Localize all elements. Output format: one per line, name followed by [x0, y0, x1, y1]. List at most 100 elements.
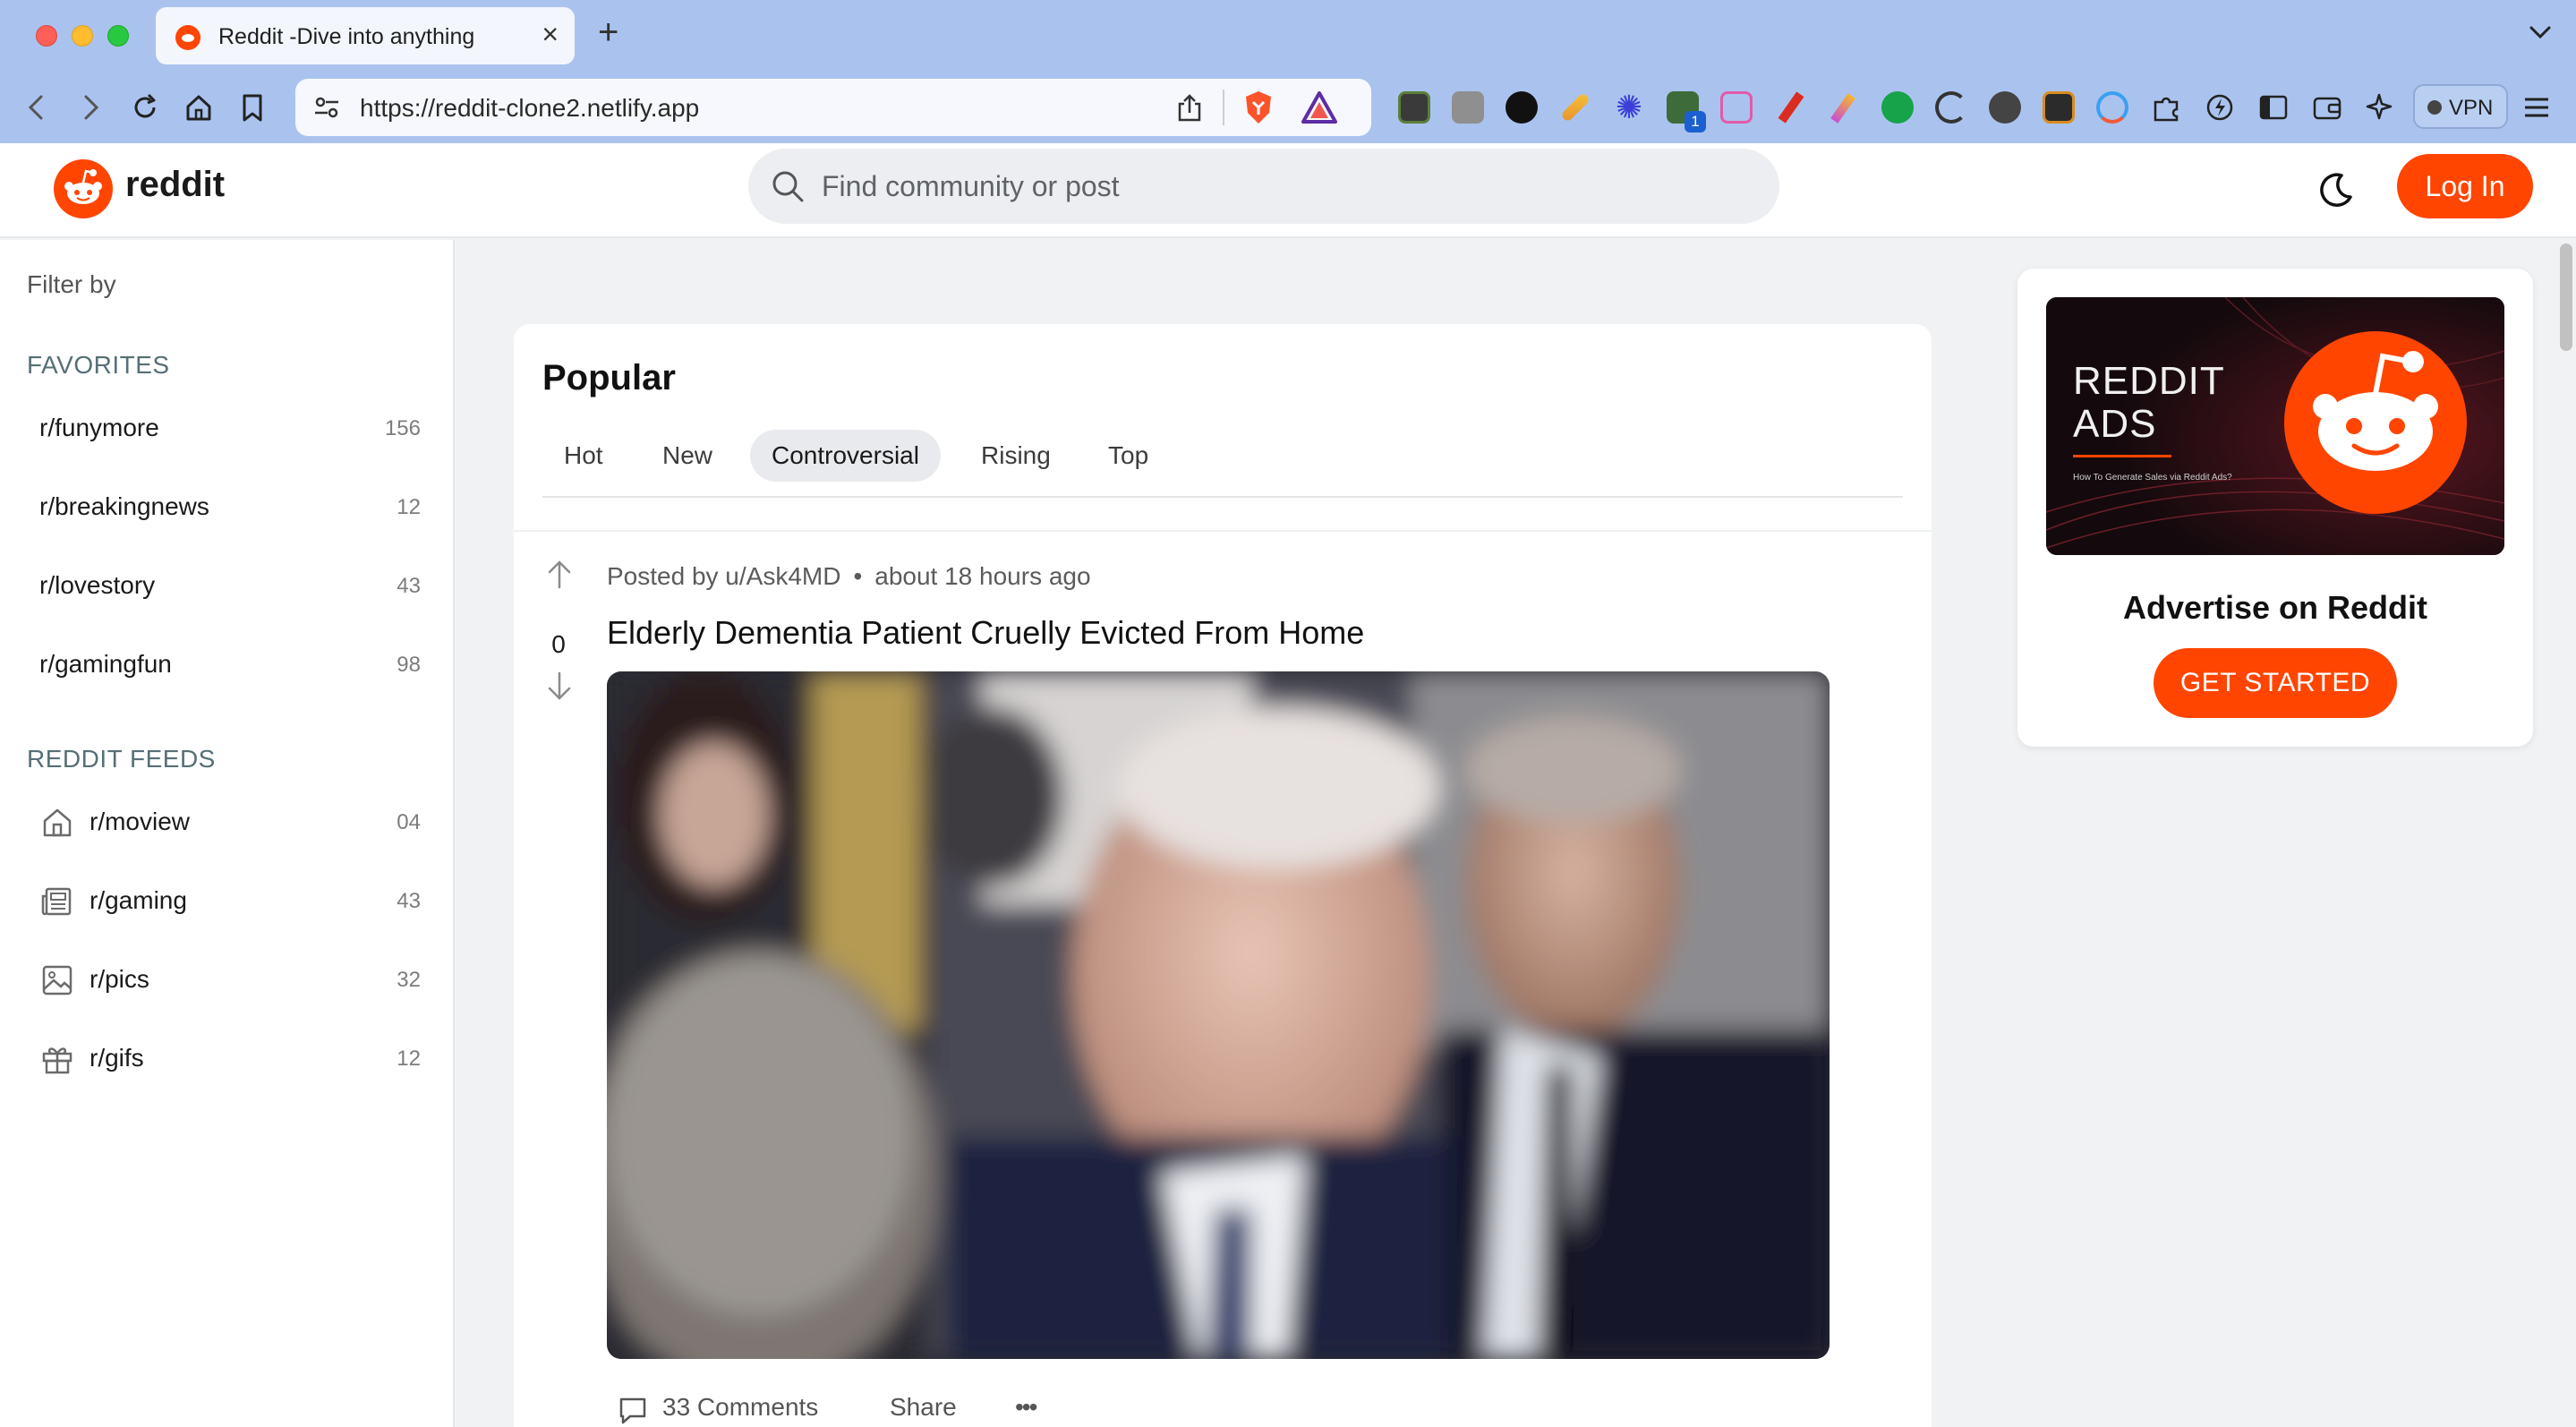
brave-rewards-icon[interactable]	[1301, 91, 1337, 124]
ai-sparkle-icon[interactable]	[2365, 91, 2397, 124]
upvote-icon[interactable]	[546, 559, 573, 589]
reddit-logo-icon[interactable]	[54, 159, 113, 218]
brave-shield-icon[interactable]	[1242, 90, 1275, 125]
sidebar-item-label: r/moview	[90, 807, 191, 835]
tab-controversial[interactable]: Controversial	[750, 430, 941, 482]
chevron-down-icon[interactable]	[2526, 18, 2555, 47]
sidebar-item-breakingnews[interactable]: r/breakingnews 12	[27, 478, 421, 537]
reddit-favicon-icon	[175, 25, 200, 50]
url-text[interactable]: https://reddit-clone2.netlify.app	[360, 94, 699, 123]
favorites-heading: FAVORITES	[27, 351, 170, 379]
search-bar[interactable]	[748, 149, 1779, 224]
sidebar-item-pics[interactable]: r/pics 32	[27, 951, 421, 1010]
extension-copy-icon[interactable]	[1452, 91, 1484, 124]
more-options-icon[interactable]: •••	[1015, 1393, 1037, 1422]
browser-tab-active[interactable]: Reddit -Dive into anything ×	[156, 7, 575, 64]
sidebar-item-count: 43	[397, 574, 421, 598]
comments-button[interactable]: 33 Comments	[662, 1393, 818, 1422]
maximize-window-button[interactable]	[107, 25, 129, 47]
close-window-button[interactable]	[36, 25, 57, 47]
extension-refresh-icon[interactable]	[1935, 91, 1967, 124]
post-card[interactable]: 0 Posted by u/Ask4MD • about 18 hours ago …	[514, 530, 1932, 1427]
wallet-icon[interactable]	[2311, 91, 2343, 124]
reload-icon[interactable]	[127, 90, 163, 125]
meta-separator: •	[853, 562, 863, 590]
sidebar-item-moview[interactable]: r/moview 04	[27, 793, 421, 852]
extension-loader-icon[interactable]	[2096, 91, 2128, 124]
sidebar-toggle-icon[interactable]	[2257, 91, 2290, 124]
post-meta: Posted by u/Ask4MD • about 18 hours ago	[607, 562, 1091, 591]
site-settings-icon[interactable]	[313, 95, 340, 120]
sidebar-item-label: r/gifs	[90, 1044, 144, 1072]
bookmark-icon[interactable]	[235, 90, 270, 125]
extension-star-icon[interactable]: ✺	[1613, 91, 1645, 124]
extension-pencil-icon[interactable]	[1560, 92, 1591, 123]
sidebar-item-funymore[interactable]: r/funymore 156	[27, 399, 421, 458]
ad-banner-image[interactable]: REDDIT ADS How To Generate Sales via Red…	[2046, 297, 2504, 555]
share-icon[interactable]	[1176, 93, 1203, 122]
extension-circle-icon[interactable]	[1506, 91, 1538, 124]
tab-rising[interactable]: Rising	[960, 430, 1072, 482]
login-button[interactable]: Log In	[2397, 154, 2533, 218]
downvote-icon[interactable]	[546, 671, 573, 702]
address-bar[interactable]: https://reddit-clone2.netlify.app	[295, 79, 1371, 136]
leo-icon[interactable]	[2204, 91, 2236, 124]
left-sidebar: Filter by FAVORITES r/funymore 156 r/bre…	[0, 240, 455, 1427]
search-icon	[772, 171, 804, 202]
grammarly-icon[interactable]	[1881, 91, 1914, 124]
extension-at-icon[interactable]	[2043, 91, 2075, 124]
new-tab-button[interactable]: +	[598, 13, 618, 52]
reddit-feeds-heading: REDDIT FEEDS	[27, 745, 216, 773]
feed-header: Popular Hot New Controversial Rising Top	[514, 324, 1932, 530]
sidebar-item-lovestory[interactable]: r/lovestory 43	[27, 557, 421, 616]
advertise-card: REDDIT ADS How To Generate Sales via Red…	[2017, 269, 2533, 747]
search-input[interactable]	[822, 165, 1753, 208]
logo-text[interactable]: reddit	[125, 165, 225, 205]
dark-mode-toggle-icon[interactable]	[2315, 168, 2358, 211]
browser-tab-bar: Reddit -Dive into anything × +	[0, 0, 2576, 72]
image-icon	[42, 965, 73, 995]
page-title: Popular	[542, 358, 676, 397]
tab-hot[interactable]: Hot	[542, 430, 625, 482]
post-title[interactable]: Elderly Dementia Patient Cruelly Evicted…	[607, 614, 1364, 652]
extensions-puzzle-icon[interactable]	[2150, 91, 2182, 124]
forward-icon[interactable]	[72, 90, 107, 125]
feed-divider	[542, 496, 1903, 498]
extension-sheet-icon[interactable]: 1	[1667, 91, 1706, 132]
sidebar-item-count: 12	[397, 495, 421, 519]
tab-new[interactable]: New	[641, 430, 734, 482]
comment-icon[interactable]	[618, 1395, 648, 1425]
extension-calendar-icon[interactable]	[1398, 91, 1430, 124]
tab-title: Reddit -Dive into anything	[218, 24, 475, 49]
minimize-window-button[interactable]	[72, 25, 93, 47]
post-time: about 18 hours ago	[874, 562, 1091, 590]
extension-minus-icon[interactable]	[1989, 91, 2021, 124]
filter-by-label: Filter by	[27, 270, 116, 298]
get-started-button[interactable]: GET STARTED	[2154, 648, 2397, 718]
newspaper-icon	[41, 887, 72, 916]
back-icon[interactable]	[20, 90, 55, 125]
sidebar-item-gifs[interactable]: r/gifs 12	[27, 1030, 421, 1089]
extension-badge: 1	[1685, 111, 1706, 132]
sidebar-item-gamingfun[interactable]: r/gamingfun 98	[27, 636, 421, 695]
extension-chat-icon[interactable]	[1720, 91, 1753, 124]
hamburger-menu-icon[interactable]	[2521, 91, 2553, 124]
sidebar-item-label: r/pics	[90, 965, 149, 993]
home-icon[interactable]	[181, 90, 217, 125]
vpn-button[interactable]: VPN	[2413, 84, 2508, 129]
sidebar-item-count: 156	[384, 416, 421, 440]
sidebar-item-gaming[interactable]: r/gaming 43	[27, 872, 421, 931]
tab-top[interactable]: Top	[1087, 430, 1170, 482]
post-image[interactable]	[607, 671, 1830, 1359]
close-tab-icon[interactable]: ×	[542, 20, 559, 48]
browser-toolbar: https://reddit-clone2.netlify.app ✺ 1 VP…	[0, 72, 2576, 143]
post-author[interactable]: Posted by u/Ask4MD	[607, 562, 840, 590]
page-scrollbar[interactable]	[2560, 244, 2572, 351]
vpn-label: VPN	[2449, 96, 2494, 120]
vpn-status-icon	[2427, 100, 2442, 115]
ad-banner-line1: REDDIT	[2073, 359, 2225, 403]
share-button[interactable]: Share	[890, 1393, 957, 1422]
ad-heading: Advertise on Reddit	[2122, 589, 2428, 626]
extension-brush-icon[interactable]	[1828, 91, 1860, 124]
extension-marker-icon[interactable]	[1774, 91, 1806, 124]
